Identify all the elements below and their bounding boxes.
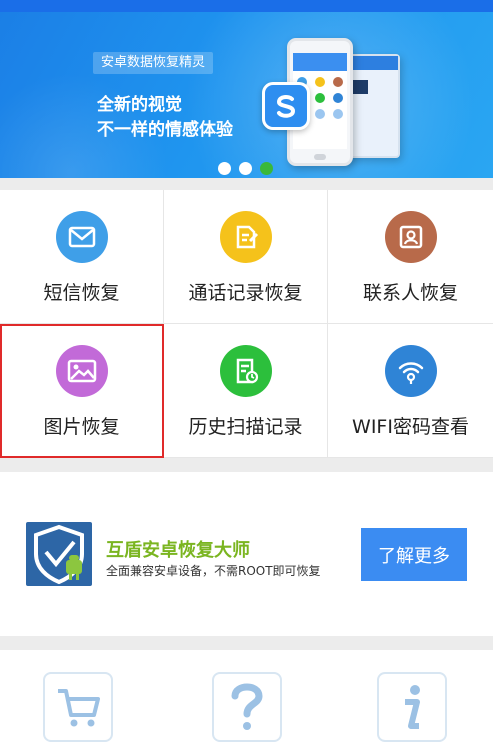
wifi-icon — [384, 345, 437, 397]
call-log-recovery-tile[interactable]: 通话记录恢复 — [164, 190, 328, 324]
wifi-password-tile[interactable]: WIFI密码查看 — [328, 324, 493, 458]
carousel-dot[interactable] — [218, 162, 231, 175]
sms-recovery-tile[interactable]: 短信恢复 — [0, 190, 164, 324]
photo-icon — [55, 345, 108, 397]
cart-icon[interactable] — [43, 672, 113, 742]
call-log-icon — [219, 211, 272, 263]
photo-recovery-tile[interactable]: 图片恢复 — [0, 324, 164, 458]
feature-grid: 短信恢复 通话记录恢复 联系人恢复 图片恢复 历史扫描记录 WIFI密码查看 — [0, 190, 493, 458]
contact-recovery-label: 联系人恢复 — [362, 282, 458, 304]
message-icon — [55, 211, 108, 263]
banner-carousel[interactable]: 安卓数据恢复精灵 全新的视觉 不一样的情感体验 — [0, 12, 493, 178]
banner-subheadline: 不一样的情感体验 — [97, 120, 233, 140]
app-logo-icon — [262, 82, 310, 130]
carousel-indicator — [218, 162, 273, 175]
scan-history-tile[interactable]: 历史扫描记录 — [164, 324, 328, 458]
banner-tag: 安卓数据恢复精灵 — [93, 52, 214, 74]
sms-recovery-label: 短信恢复 — [43, 282, 120, 304]
call-log-recovery-label: 通话记录恢复 — [188, 282, 303, 304]
history-icon — [219, 345, 272, 397]
info-icon[interactable] — [377, 672, 447, 742]
wifi-password-label: WIFI密码查看 — [352, 416, 469, 438]
promo-card: 互盾安卓恢复大师 全面兼容安卓设备，不需ROOT即可恢复 了解更多 — [0, 472, 493, 636]
banner-headline: 全新的视觉 — [97, 95, 182, 115]
help-icon[interactable] — [212, 672, 282, 742]
shield-android-icon — [26, 522, 92, 586]
promo-description: 全面兼容安卓设备，不需ROOT即可恢复 — [106, 564, 321, 578]
contact-recovery-tile[interactable]: 联系人恢复 — [328, 190, 493, 324]
carousel-dot[interactable] — [239, 162, 252, 175]
learn-more-button[interactable]: 了解更多 — [361, 528, 467, 581]
bottom-bar — [0, 650, 493, 744]
photo-recovery-label: 图片恢复 — [43, 416, 120, 438]
status-bar — [0, 0, 493, 12]
carousel-dot-active[interactable] — [260, 162, 273, 175]
contact-icon — [384, 211, 437, 263]
scan-history-label: 历史扫描记录 — [188, 416, 303, 438]
promo-title: 互盾安卓恢复大师 — [106, 540, 250, 561]
